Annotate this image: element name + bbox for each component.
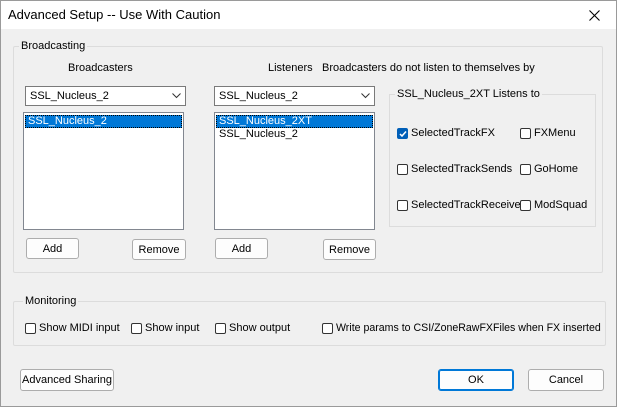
- ok-button[interactable]: OK: [438, 369, 514, 391]
- fx-menu-checkbox[interactable]: FXMenu: [520, 127, 576, 139]
- selected-track-sends-checkbox[interactable]: SelectedTrackSends: [397, 163, 512, 175]
- checkbox-label: Show output: [229, 322, 291, 334]
- checkbox-box[interactable]: [131, 322, 142, 334]
- title-bar: Advanced Setup -- Use With Caution: [1, 1, 616, 29]
- checkbox-box[interactable]: [520, 127, 531, 139]
- checkbox-label: ModSquad: [534, 199, 588, 211]
- show-output-checkbox[interactable]: Show output: [215, 322, 290, 334]
- list-item[interactable]: SSL_Nucleus_2XT: [216, 115, 373, 128]
- checkbox-box[interactable]: [397, 163, 408, 175]
- show-input-checkbox[interactable]: Show input: [131, 322, 199, 334]
- checkbox-label: SelectedTrackFX: [411, 127, 495, 139]
- broadcasters-add-button[interactable]: Add: [26, 238, 79, 259]
- checkbox-label: GoHome: [534, 163, 579, 175]
- checkmark-icon: [399, 130, 407, 137]
- listeners-label: Listeners: [268, 62, 313, 74]
- checkbox-label: Show MIDI input: [39, 322, 120, 334]
- listens-to-label: SSL_Nucleus_2XT Listens to: [395, 88, 542, 100]
- listeners-remove-button[interactable]: Remove: [323, 239, 376, 260]
- cancel-button[interactable]: Cancel: [528, 369, 604, 391]
- listeners-add-button[interactable]: Add: [215, 238, 268, 259]
- checkbox-box[interactable]: [215, 322, 226, 334]
- broadcasting-group-label: Broadcasting: [19, 40, 88, 52]
- checkbox-label: SelectedTrackReceives: [411, 199, 527, 211]
- broadcasters-remove-button[interactable]: Remove: [132, 239, 186, 260]
- checkbox-box[interactable]: [397, 127, 408, 139]
- checkbox-box[interactable]: [397, 199, 408, 211]
- monitoring-group-label: Monitoring: [23, 295, 79, 307]
- checkbox-label: Write params to CSI/ZoneRawFXFiles when …: [336, 322, 601, 334]
- checkbox-label: FXMenu: [534, 127, 576, 139]
- go-home-checkbox[interactable]: GoHome: [520, 163, 578, 175]
- checkbox-box[interactable]: [520, 199, 531, 211]
- list-item[interactable]: SSL_Nucleus_2: [216, 128, 373, 141]
- listeners-dropdown-value: SSL_Nucleus_2: [219, 90, 298, 102]
- checkbox-label: Show input: [145, 322, 200, 334]
- checkbox-box[interactable]: [25, 322, 36, 334]
- selected-track-receives-checkbox[interactable]: SelectedTrackReceives: [397, 199, 526, 211]
- checkbox-label: SelectedTrackSends: [411, 163, 513, 175]
- close-icon: [588, 9, 600, 21]
- listeners-list[interactable]: SSL_Nucleus_2XT SSL_Nucleus_2: [214, 112, 375, 230]
- write-params-checkbox[interactable]: Write params to CSI/ZoneRawFXFiles when …: [322, 322, 601, 334]
- broadcasters-list[interactable]: SSL_Nucleus_2: [23, 112, 184, 230]
- window-title: Advanced Setup -- Use With Caution: [8, 7, 221, 22]
- broadcasters-label: Broadcasters: [68, 62, 133, 74]
- mod-squad-checkbox[interactable]: ModSquad: [520, 199, 587, 211]
- listeners-dropdown[interactable]: SSL_Nucleus_2: [214, 86, 375, 106]
- checkbox-box[interactable]: [322, 322, 333, 334]
- show-midi-input-checkbox[interactable]: Show MIDI input: [25, 322, 120, 334]
- chevron-down-icon: [361, 93, 370, 99]
- close-button[interactable]: [572, 1, 616, 29]
- broadcasters-dropdown[interactable]: SSL_Nucleus_2: [25, 86, 186, 106]
- checkbox-box[interactable]: [520, 163, 531, 175]
- broadcast-note: Broadcasters do not listen to themselves…: [322, 62, 535, 74]
- broadcasters-dropdown-value: SSL_Nucleus_2: [30, 90, 109, 102]
- advanced-sharing-button[interactable]: Advanced Sharing: [20, 369, 114, 391]
- selected-track-fx-checkbox[interactable]: SelectedTrackFX: [397, 127, 495, 139]
- list-item[interactable]: SSL_Nucleus_2: [25, 115, 182, 128]
- chevron-down-icon: [172, 93, 181, 99]
- advanced-setup-dialog: Advanced Setup -- Use With Caution Broad…: [0, 0, 617, 407]
